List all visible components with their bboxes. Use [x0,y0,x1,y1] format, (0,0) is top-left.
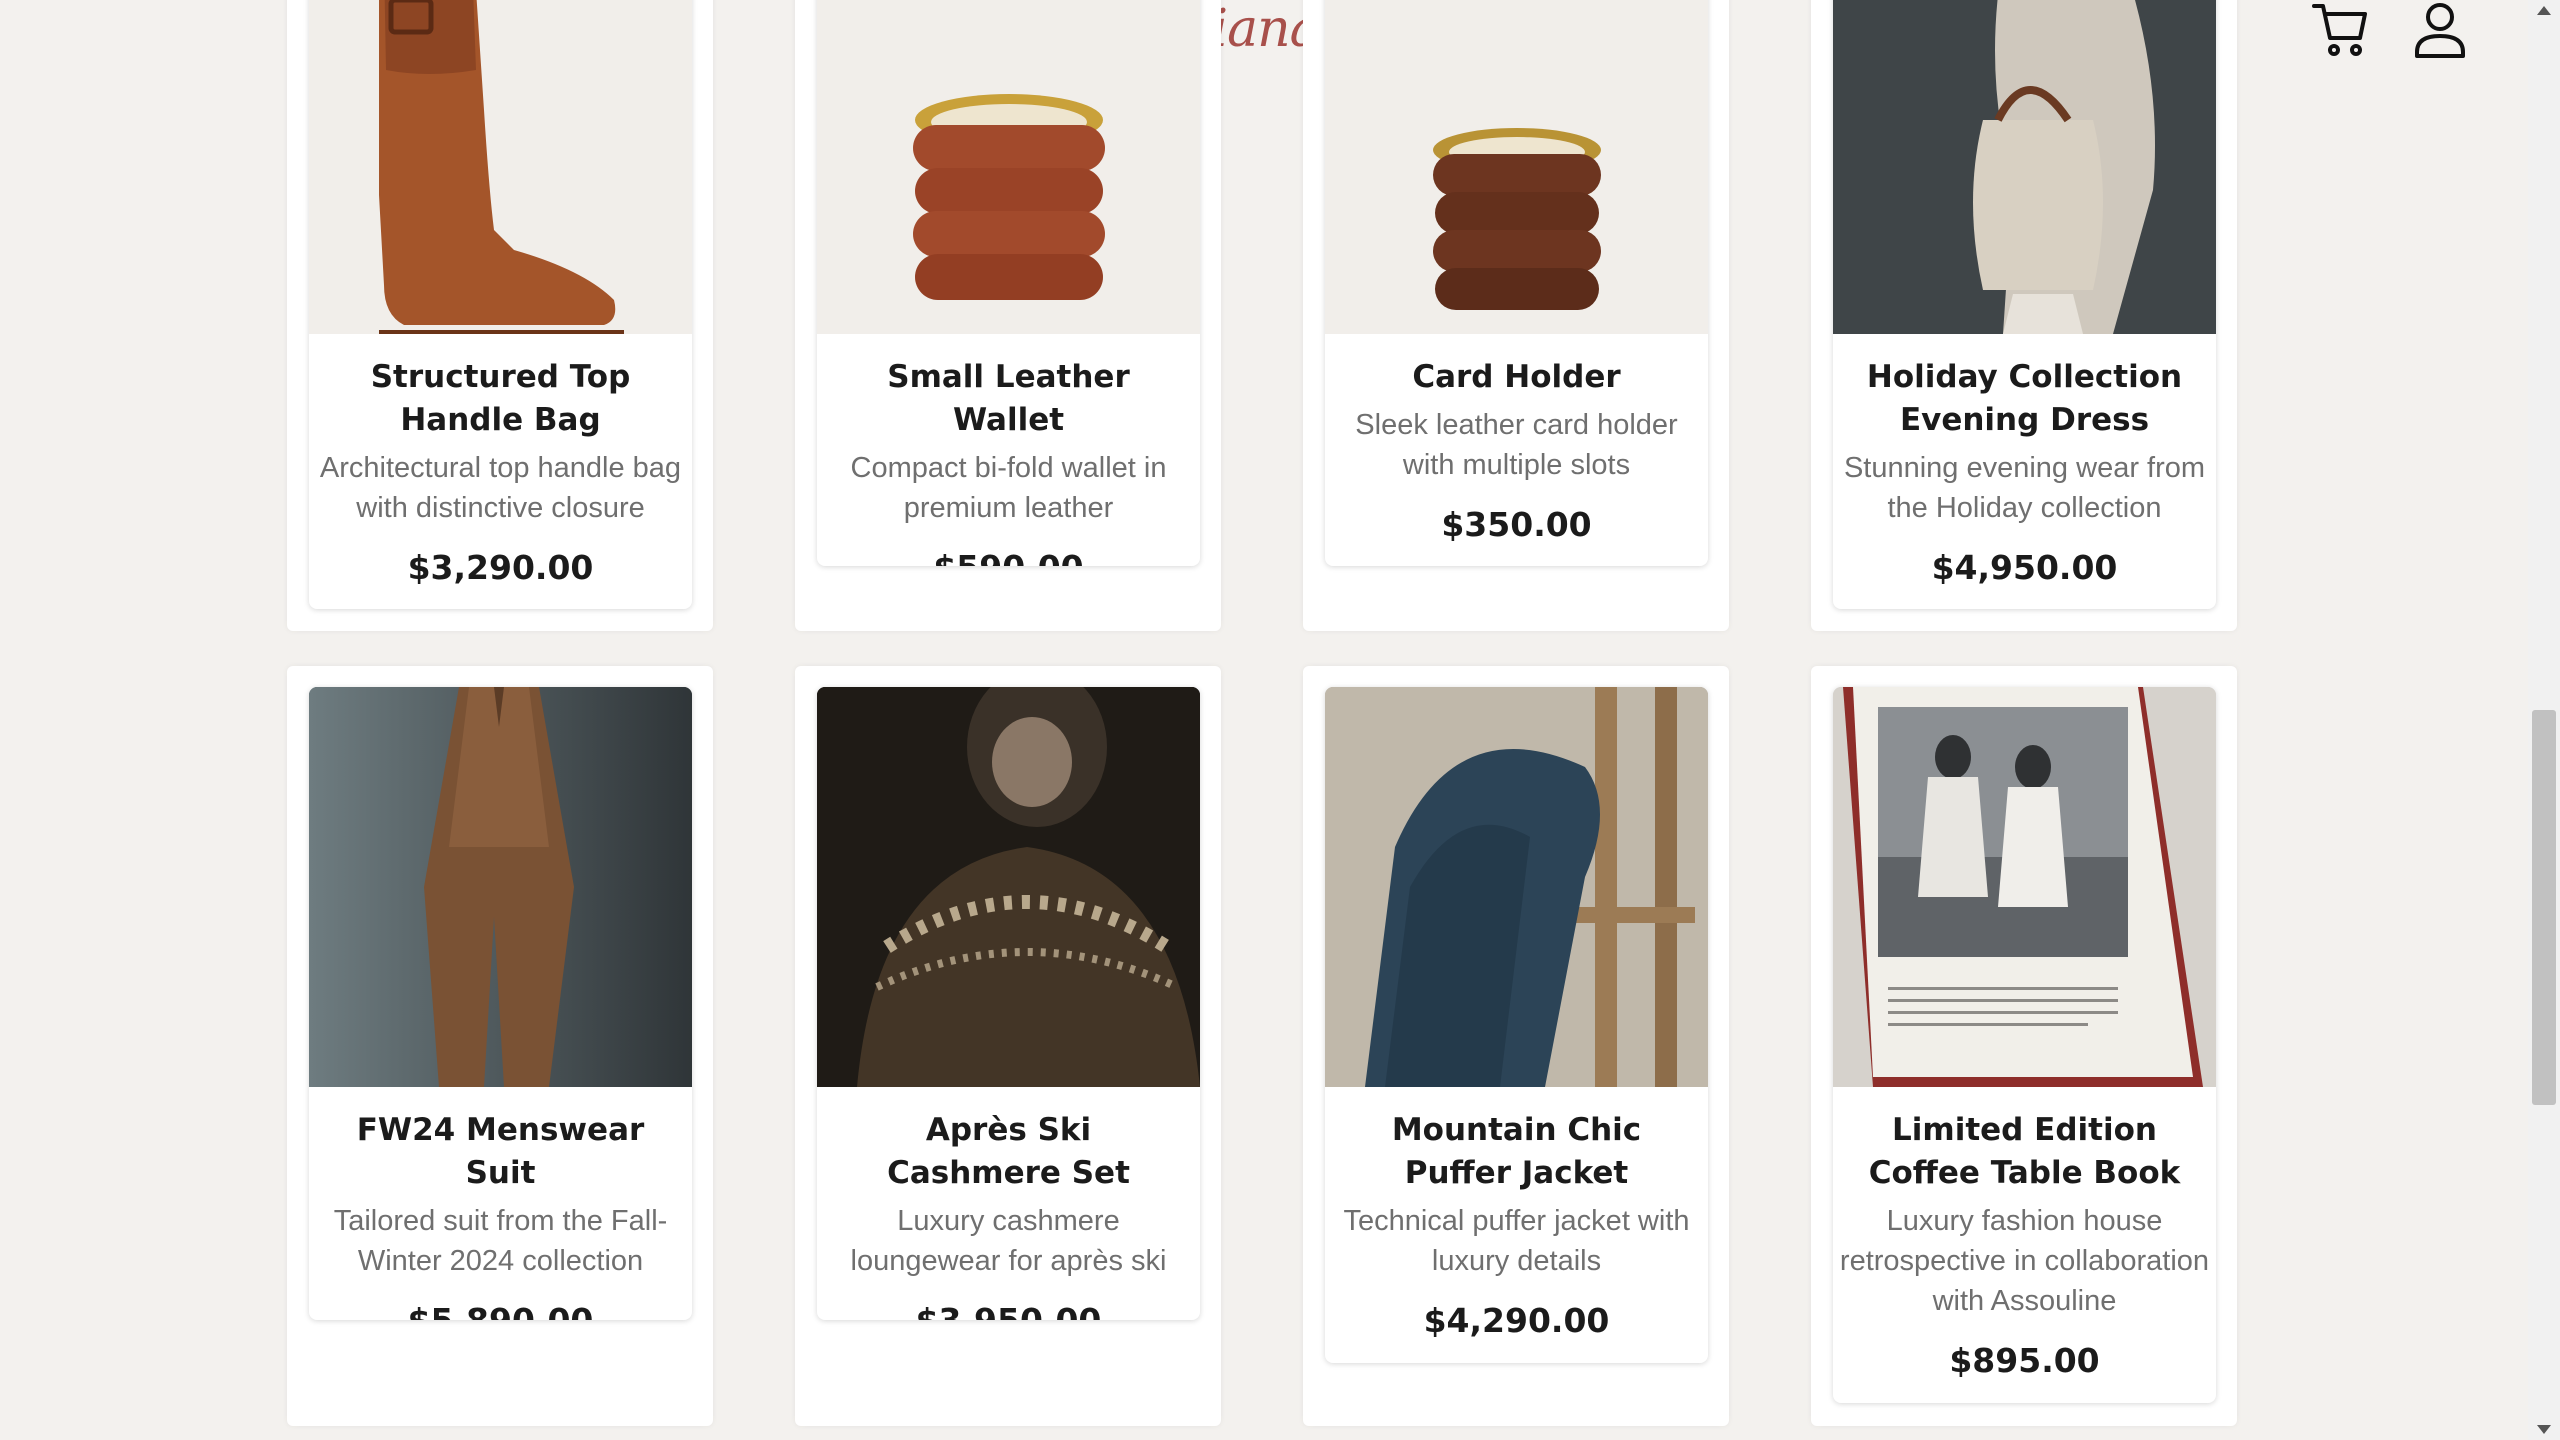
product-card[interactable]: Après Ski Cashmere Set Luxury cashmere l… [817,687,1200,1320]
product-card[interactable]: Limited Edition Coffee Table Book Luxury… [1833,687,2216,1403]
product-name: Mountain Chic Puffer Jacket [1391,1112,1642,1191]
product-name: Limited Edition Coffee Table Book [1868,1112,2181,1191]
scroll-down-arrow-icon[interactable] [2537,1425,2551,1434]
product-card[interactable]: FW24 Menswear Suit Tailored suit from th… [309,687,692,1320]
boot-illustration [379,0,624,334]
product-price: $350.00 [1441,505,1592,544]
product-description: Tailored suit from the Fall-Winter 2024 … [333,1205,668,1277]
scroll-up-arrow-icon[interactable] [2537,6,2551,15]
candle-illustration [1433,128,1601,310]
product-image [309,0,692,334]
product-image [817,687,1200,1087]
product-name: Après Ski Cashmere Set [887,1112,1130,1191]
suit-illustration [309,687,692,1087]
product-card[interactable]: Card Holder Sleek leather card holder wi… [1325,0,1708,566]
product-card[interactable]: Small Leather Wallet Compact bi-fold wal… [817,0,1200,566]
product-cell: Structured Top Handle Bag Architectural … [287,0,713,631]
product-card[interactable]: Mountain Chic Puffer Jacket Technical pu… [1325,687,1708,1363]
product-image [1325,687,1708,1087]
product-cell: Small Leather Wallet Compact bi-fold wal… [795,0,1221,631]
product-card[interactable]: Structured Top Handle Bag Architectural … [309,0,692,609]
product-cell: FW24 Menswear Suit Tailored suit from th… [287,666,713,1426]
product-cell: Card Holder Sleek leather card holder wi… [1303,0,1729,631]
product-name: Card Holder [1412,359,1621,395]
product-image [309,687,692,1087]
scarf-illustration [1325,687,1708,1087]
vertical-scrollbar[interactable] [2528,0,2560,1440]
model-illustration [1833,0,2216,334]
product-cell: Mountain Chic Puffer Jacket Technical pu… [1303,666,1729,1426]
product-name: Holiday Collection Evening Dress [1866,359,2183,438]
product-image [1833,687,2216,1087]
product-description: Luxury fashion house retrospective in co… [1839,1205,2210,1317]
product-description: Stunning evening wear from the Holiday c… [1843,452,2206,524]
product-description: Architectural top handle bag with distin… [319,452,682,524]
product-cell: Holiday Collection Evening Dress Stunnin… [1811,0,2237,631]
product-image [1325,0,1708,334]
product-card[interactable]: Holiday Collection Evening Dress Stunnin… [1833,0,2216,609]
product-price: $895.00 [1949,1341,2100,1380]
shopping-cart-icon[interactable] [2310,0,2370,60]
product-description: Sleek leather card holder with multiple … [1355,409,1678,481]
scrollbar-thumb[interactable] [2532,710,2556,1105]
product-name: Small Leather Wallet [887,359,1130,438]
product-image [817,0,1200,334]
candle-illustration [913,94,1105,300]
product-price: $3,290.00 [407,548,594,587]
product-cell: Après Ski Cashmere Set Luxury cashmere l… [795,666,1221,1426]
product-description: Compact bi-fold wallet in premium leathe… [850,452,1167,524]
product-price: $4,290.00 [1423,1301,1610,1340]
product-price: $4,950.00 [1931,548,2118,587]
book-illustration [1833,687,2216,1087]
product-price: $590.00 [823,546,1194,566]
user-account-icon[interactable] [2410,0,2470,60]
product-cell: Limited Edition Coffee Table Book Luxury… [1811,666,2237,1426]
product-price: $5,890.00 [315,1299,686,1320]
product-image [1833,0,2216,334]
sweater-illustration [817,687,1200,1087]
product-name: FW24 Menswear Suit [356,1112,645,1191]
product-description: Technical puffer jacket with luxury deta… [1343,1205,1690,1277]
product-description: Luxury cashmere loungewear for après ski [850,1205,1167,1277]
product-price: $3,950.00 [823,1299,1194,1320]
product-name: Structured Top Handle Bag [370,359,631,438]
